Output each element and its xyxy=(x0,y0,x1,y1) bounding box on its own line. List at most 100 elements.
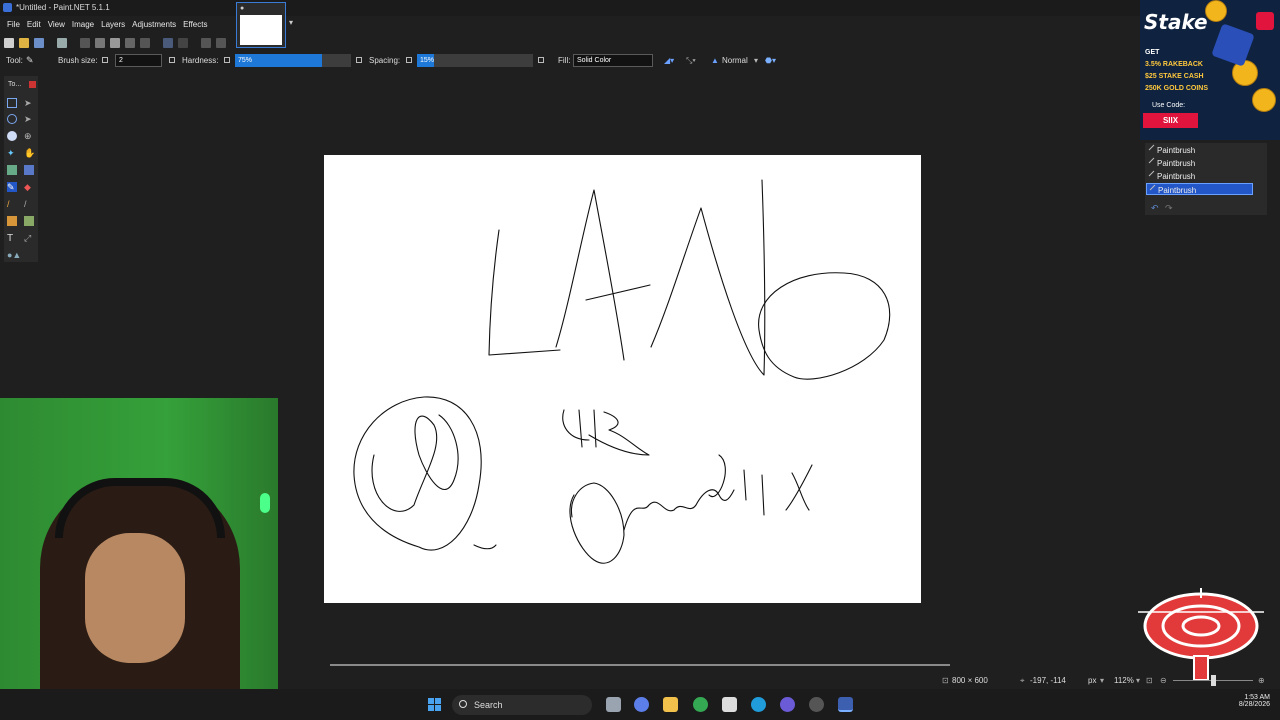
taskbar-clock[interactable]: 1:53 AM 8/28/2026 xyxy=(1230,694,1270,708)
history-item-selected[interactable]: Paintbrush xyxy=(1146,183,1253,195)
ellipse-select-tool-icon[interactable] xyxy=(7,131,17,141)
spacing-increase-button[interactable] xyxy=(538,57,544,63)
windows-start-icon[interactable] xyxy=(428,698,441,711)
history-item[interactable]: Paintbrush xyxy=(1146,170,1253,182)
clone-stamp-tool-icon[interactable] xyxy=(7,216,17,226)
streamer-logo-badge xyxy=(1138,588,1264,681)
magic-wand-tool-icon[interactable]: ✦ xyxy=(7,148,17,158)
crop-icon[interactable] xyxy=(125,38,135,48)
spacing-decrease-button[interactable] xyxy=(406,57,412,63)
tab-menu-icon[interactable]: ▾ xyxy=(289,18,293,27)
menu-file[interactable]: File xyxy=(7,20,20,29)
redo-icon[interactable] xyxy=(178,38,188,48)
menu-image[interactable]: Image xyxy=(72,20,94,29)
undo-icon[interactable]: ↶ xyxy=(1151,203,1159,214)
zoom-fit-icon[interactable]: ⊡ xyxy=(1146,676,1153,685)
new-file-icon[interactable] xyxy=(4,38,14,48)
gradient-tool-icon[interactable] xyxy=(24,165,34,175)
file-explorer-icon[interactable] xyxy=(663,697,678,712)
chrome-icon[interactable] xyxy=(693,697,708,712)
paintbrush-icon xyxy=(1148,170,1155,177)
zoom-level[interactable]: 112% xyxy=(1114,676,1134,685)
print-icon[interactable] xyxy=(57,38,67,48)
undo-icon[interactable] xyxy=(163,38,173,48)
store-icon[interactable] xyxy=(722,697,737,712)
units-select[interactable]: px xyxy=(1088,676,1096,685)
paintnet-taskbar-icon[interactable] xyxy=(838,697,853,712)
history-item[interactable]: Paintbrush xyxy=(1146,144,1253,156)
paintbrush-tool-icon[interactable]: ✎ xyxy=(7,182,17,192)
open-file-icon[interactable] xyxy=(19,38,29,48)
document-tab[interactable]: ● xyxy=(236,2,286,48)
zoom-slider-thumb[interactable] xyxy=(1211,675,1216,686)
text-tool-icon[interactable]: T xyxy=(7,233,17,244)
tab-unsaved-dot-icon: ● xyxy=(240,5,245,12)
ad-brand-logo: Stake xyxy=(1144,10,1208,34)
eraser-tool-icon[interactable]: ◆ xyxy=(24,182,34,192)
ad-line-get: GET xyxy=(1145,49,1160,56)
copilot-icon[interactable] xyxy=(634,697,649,712)
zoom-tool-icon[interactable]: ⊕ xyxy=(24,131,34,141)
task-view-icon[interactable] xyxy=(606,697,621,712)
menu-effects[interactable]: Effects xyxy=(183,20,207,29)
deselect-icon[interactable] xyxy=(140,38,150,48)
pan-tool-icon[interactable]: ✋ xyxy=(24,148,35,158)
recolor-tool-icon[interactable] xyxy=(24,216,34,226)
antialiasing-icon[interactable]: ◢▾ xyxy=(664,56,674,65)
spacing-slider[interactable]: 15% xyxy=(417,54,533,67)
paintbrush-icon[interactable]: ✎ xyxy=(26,55,34,66)
paint-bucket-tool-icon[interactable] xyxy=(7,165,17,175)
chevron-down-icon[interactable]: ▾ xyxy=(1100,676,1104,685)
move-pixels-tool-icon[interactable]: ➤ xyxy=(24,114,34,124)
hardness-decrease-button[interactable] xyxy=(224,57,230,63)
brush-size-increase-button[interactable] xyxy=(169,57,175,63)
coin-icon xyxy=(1252,88,1276,112)
brush-size-input[interactable]: 2 xyxy=(115,54,162,67)
stroke-a-crossbar xyxy=(585,284,651,301)
zoom-out-icon[interactable]: ⊖ xyxy=(1160,676,1167,685)
redo-icon[interactable]: ↷ xyxy=(1165,203,1173,214)
sampling-icon[interactable]: ⬣▾ xyxy=(765,56,776,65)
color-picker-tool-icon[interactable]: / xyxy=(24,199,34,209)
alpha-blending-icon[interactable]: ⤡▾ xyxy=(686,56,696,66)
rectangle-select-tool-icon[interactable] xyxy=(7,98,17,108)
stroke-oval-right xyxy=(758,272,891,380)
taskbar-search[interactable]: Search xyxy=(452,695,592,715)
stroke-letter-l xyxy=(488,229,561,356)
horizontal-scrollbar[interactable] xyxy=(330,664,950,666)
save-icon[interactable] xyxy=(34,38,44,48)
hardness-increase-button[interactable] xyxy=(356,57,362,63)
status-bar: ⊡ 800 × 600 ⌖ -197, -114 px ▾ 112% ▾ ⊡ ⊖… xyxy=(280,672,1280,689)
discord-icon[interactable] xyxy=(780,697,795,712)
lasso-select-tool-icon[interactable] xyxy=(7,114,17,124)
paste-icon[interactable] xyxy=(110,38,120,48)
menu-layers[interactable]: Layers xyxy=(101,20,125,29)
drawing-canvas[interactable] xyxy=(324,155,921,603)
line-curve-tool-icon[interactable]: ⤢ xyxy=(24,233,34,243)
paintbrush-icon xyxy=(1148,144,1155,151)
stroke-circle-left xyxy=(353,396,482,551)
copy-icon[interactable] xyxy=(95,38,105,48)
menu-edit[interactable]: Edit xyxy=(27,20,41,29)
edge-icon[interactable] xyxy=(751,697,766,712)
stroke-letter-m xyxy=(650,179,766,376)
pencil-tool-icon[interactable]: / xyxy=(7,199,17,209)
zoom-in-icon[interactable]: ⊕ xyxy=(1258,676,1265,685)
brush-size-decrease-button[interactable] xyxy=(102,57,108,63)
shapes-tool-icon[interactable]: ●▲ xyxy=(7,250,31,260)
taskbar: Search 1:53 AM 8/28/2026 xyxy=(0,689,1280,720)
menu-view[interactable]: View xyxy=(48,20,65,29)
hardness-slider[interactable]: 75% xyxy=(235,54,351,67)
chevron-down-icon[interactable]: ▾ xyxy=(1136,676,1140,685)
blend-mode-select[interactable]: Normal xyxy=(722,56,748,65)
ruler-icon[interactable] xyxy=(216,38,226,48)
grid-icon[interactable] xyxy=(201,38,211,48)
history-item[interactable]: Paintbrush xyxy=(1146,157,1253,169)
cut-icon[interactable] xyxy=(80,38,90,48)
fill-select[interactable]: Solid Color xyxy=(573,54,653,67)
chevron-down-icon[interactable]: ▾ xyxy=(754,56,758,65)
obs-icon[interactable] xyxy=(809,697,824,712)
move-selection-tool-icon[interactable]: ➤ xyxy=(24,98,34,108)
close-icon[interactable] xyxy=(29,81,36,88)
menu-adjustments[interactable]: Adjustments xyxy=(132,20,176,29)
